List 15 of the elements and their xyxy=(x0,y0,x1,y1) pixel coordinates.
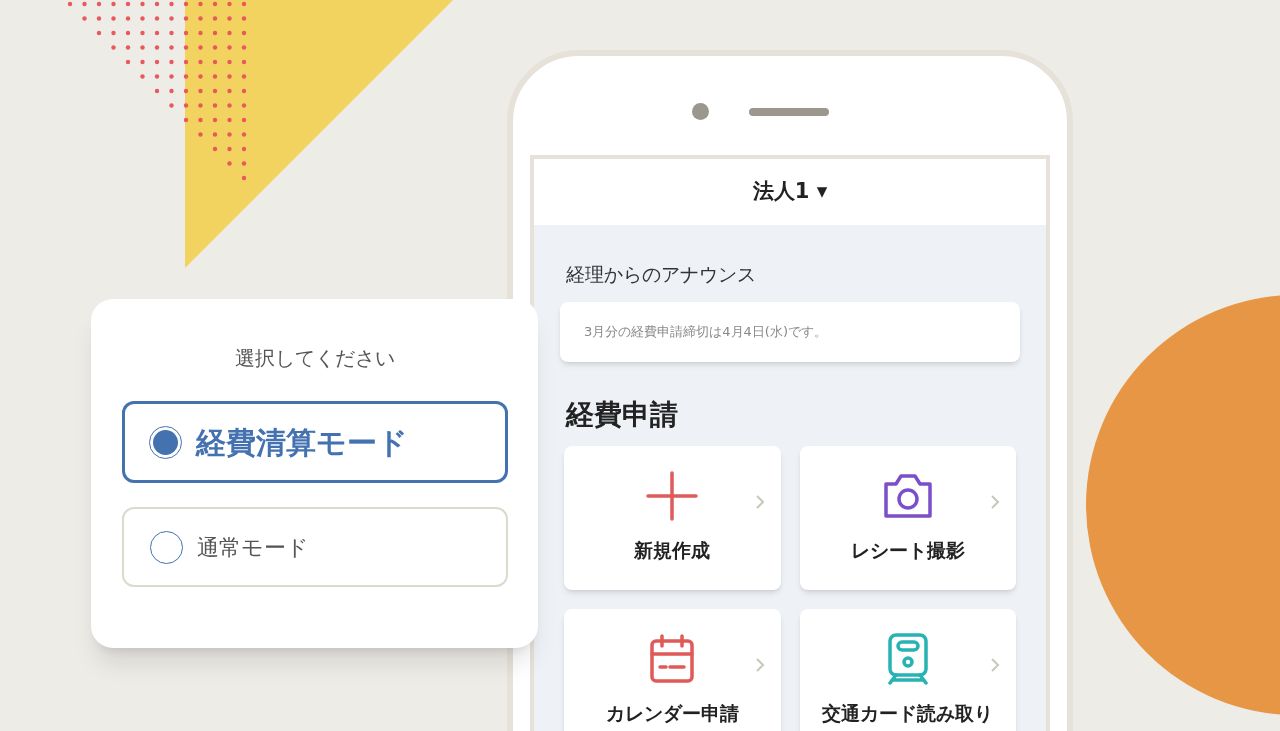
menu-tile[interactable]: レシート撮影 xyxy=(799,445,1016,590)
chevron-right-icon xyxy=(990,493,1000,510)
chevron-right-icon xyxy=(754,656,765,673)
section-title: 経費申請 xyxy=(564,396,679,433)
mode-option[interactable]: 経費清算モード xyxy=(121,401,508,483)
chevron-right-icon xyxy=(990,656,1000,673)
menu-tile[interactable]: カレンダー申請 xyxy=(564,608,781,731)
mode-option[interactable]: 通常モード xyxy=(121,507,508,587)
announcement-card: 3月分の経費申請締切は4月4日(水)です。 xyxy=(560,301,1020,362)
menu-tile[interactable]: 交通カード読み取り xyxy=(799,608,1016,731)
announcement-heading: 経理からのアナウンス xyxy=(565,262,757,287)
menu-tile[interactable]: 新規作成 xyxy=(564,445,781,590)
company-selector[interactable]: 法人1 ▾ xyxy=(752,176,828,208)
dialog-title: 選択してください xyxy=(234,345,395,372)
chevron-right-icon xyxy=(754,493,765,510)
